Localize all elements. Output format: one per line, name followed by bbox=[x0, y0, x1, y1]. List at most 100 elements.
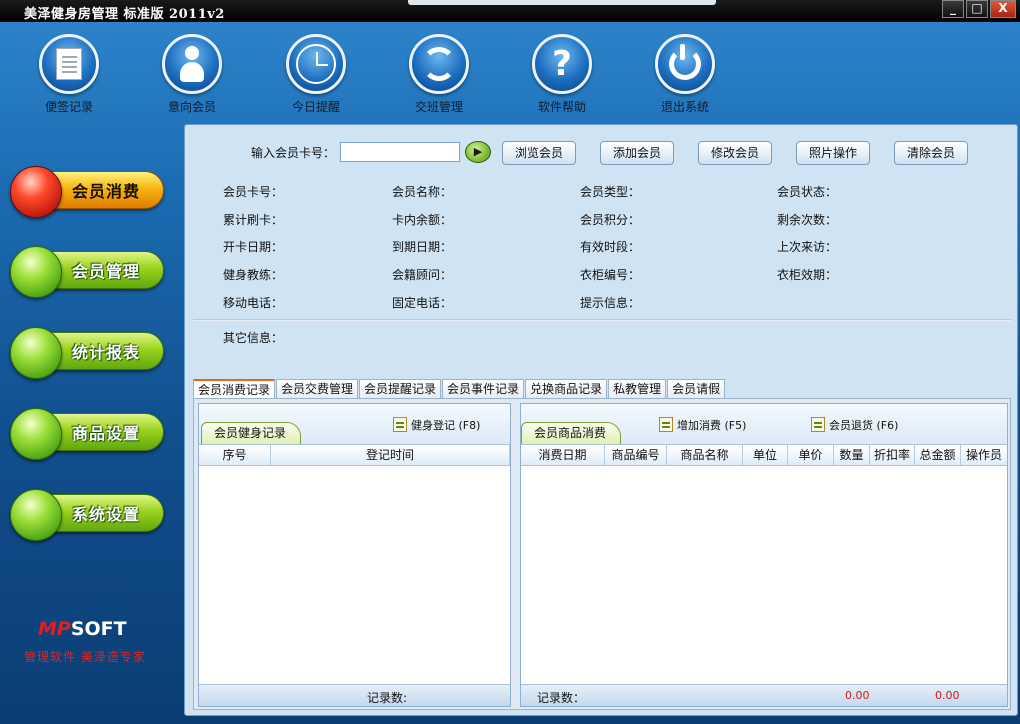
info-label: 会员类型： bbox=[580, 185, 641, 199]
total-amount-1: 0.00 bbox=[845, 689, 870, 702]
go-icon[interactable]: ▶ bbox=[465, 141, 491, 163]
info-label: 累计刷卡： bbox=[223, 213, 284, 227]
info-label: 到期日期： bbox=[392, 240, 453, 254]
title-bar: 美泽健身房管理 标准版 2011v2 _ □ X bbox=[0, 0, 1020, 22]
green-orb-icon bbox=[10, 327, 62, 379]
toolbar-prospect-button[interactable]: 意向会员 bbox=[142, 34, 242, 115]
other-info-label: 其它信息： bbox=[223, 331, 284, 345]
company-slogan: 管理软件 美泽造专家 bbox=[24, 650, 146, 664]
tab-body: 会员健身记录 健身登记 (F8) 序号 登记时间 记录数: 会员商品消费 增加消… bbox=[193, 398, 1011, 710]
info-label: 开卡日期： bbox=[223, 240, 284, 254]
tab-leave[interactable]: 会员请假 bbox=[667, 379, 726, 399]
fitness-footer: 记录数: bbox=[199, 684, 510, 706]
browse-member-button[interactable]: 浏览会员 bbox=[502, 141, 576, 165]
divider bbox=[193, 319, 1011, 321]
main-panel: 输入会员卡号： ▶ 浏览会员 添加会员 修改会员 照片操作 清除会员 会员卡号：… bbox=[184, 124, 1018, 716]
sidebar-item-label: 会员消费 bbox=[72, 182, 141, 201]
product-footer: 记录数： 0.00 0.00 bbox=[521, 684, 1007, 706]
toolbar-label: 今日提醒 bbox=[291, 100, 340, 114]
toolbar-exit-button[interactable]: 退出系统 bbox=[635, 34, 735, 115]
tab-reminders[interactable]: 会员提醒记录 bbox=[359, 379, 442, 399]
info-label: 提示信息： bbox=[580, 296, 641, 310]
info-label: 会员状态： bbox=[777, 185, 838, 199]
toolbar-label: 退出系统 bbox=[660, 100, 709, 114]
sidebar-item-label: 商品设置 bbox=[72, 424, 141, 443]
sidebar-item-consumption[interactable]: 会员消费 bbox=[10, 166, 164, 218]
sidebar-item-label: 统计报表 bbox=[72, 343, 141, 362]
green-orb-icon bbox=[10, 408, 62, 460]
help-icon: ? bbox=[532, 34, 592, 94]
product-consumption-subtab[interactable]: 会员商品消费 bbox=[521, 422, 622, 444]
note-icon bbox=[39, 34, 99, 94]
column-header[interactable]: 单价 bbox=[788, 445, 834, 465]
sidebar-item-reports[interactable]: 统计报表 bbox=[10, 327, 164, 379]
card-number-label: 输入会员卡号： bbox=[251, 146, 336, 160]
sidebar-item-products[interactable]: 商品设置 bbox=[10, 408, 164, 460]
product-grid-header: 消费日期 商品编号 商品名称 单位 单价 数量 折扣率 总金额 操作员 bbox=[521, 444, 1007, 466]
info-label: 会员积分： bbox=[580, 213, 641, 227]
column-header[interactable]: 单位 bbox=[743, 445, 788, 465]
refresh-icon bbox=[409, 34, 469, 94]
window-title: 美泽健身房管理 标准版 2011v2 bbox=[24, 7, 225, 22]
info-label: 有效时段： bbox=[580, 240, 641, 254]
toolbar-label: 意向会员 bbox=[167, 100, 216, 114]
sidebar-item-label: 会员管理 bbox=[72, 262, 141, 281]
column-header[interactable]: 消费日期 bbox=[521, 445, 605, 465]
member-return-button[interactable]: 会员退货 (F6) bbox=[811, 417, 898, 433]
return-doc-icon bbox=[811, 417, 825, 432]
info-label: 衣柜效期： bbox=[777, 268, 838, 282]
toolbar-label: 交班管理 bbox=[414, 100, 463, 114]
info-label: 会员名称： bbox=[392, 185, 453, 199]
info-label: 健身教练： bbox=[223, 268, 284, 282]
column-header[interactable]: 商品编号 bbox=[605, 445, 667, 465]
fitness-record-panel: 会员健身记录 健身登记 (F8) 序号 登记时间 记录数: bbox=[198, 403, 511, 707]
search-row: 输入会员卡号： ▶ 浏览会员 添加会员 修改会员 照片操作 清除会员 bbox=[185, 139, 1019, 165]
photo-button[interactable]: 照片操作 bbox=[796, 141, 870, 165]
info-label: 剩余次数： bbox=[777, 213, 838, 227]
sidebar-item-settings[interactable]: 系统设置 bbox=[10, 489, 164, 541]
info-label: 会员卡号： bbox=[223, 185, 284, 199]
record-count-label: 记录数： bbox=[537, 691, 586, 705]
power-icon bbox=[655, 34, 715, 94]
column-header[interactable]: 登记时间 bbox=[271, 445, 510, 465]
info-label: 会籍顾问： bbox=[392, 268, 453, 282]
product-consumption-panel: 会员商品消费 增加消费 (F5) 会员退货 (F6) 消费日期 商品编号 商品名… bbox=[520, 403, 1008, 707]
column-header[interactable]: 操作员 bbox=[961, 445, 1007, 465]
maximize-button[interactable]: □ bbox=[966, 0, 988, 18]
record-tabs: 会员消费记录 会员交费管理 会员提醒记录 会员事件记录 兑换商品记录 私教管理 … bbox=[193, 379, 726, 399]
fitness-record-subtab[interactable]: 会员健身记录 bbox=[201, 422, 302, 444]
info-label: 固定电话： bbox=[392, 296, 453, 310]
edit-member-button[interactable]: 修改会员 bbox=[698, 141, 772, 165]
minimize-button[interactable]: _ bbox=[942, 0, 964, 18]
toolbar-label: 软件帮助 bbox=[537, 100, 586, 114]
tab-events[interactable]: 会员事件记录 bbox=[442, 379, 525, 399]
toolbar-shift-button[interactable]: 交班管理 bbox=[389, 34, 489, 115]
add-member-button[interactable]: 添加会员 bbox=[600, 141, 674, 165]
tab-consumption-records[interactable]: 会员消费记录 bbox=[193, 379, 276, 399]
card-number-input[interactable] bbox=[340, 142, 460, 162]
toolbar-help-button[interactable]: ? 软件帮助 bbox=[512, 34, 612, 115]
clear-member-button[interactable]: 清除会员 bbox=[894, 141, 968, 165]
company-logo: MPSOFT bbox=[38, 618, 127, 640]
close-button[interactable]: X bbox=[990, 0, 1016, 18]
toolbar-reminder-button[interactable]: 今日提醒 bbox=[266, 34, 366, 115]
toolbar-label: 便签记录 bbox=[44, 100, 93, 114]
toolbar-note-button[interactable]: 便签记录 bbox=[19, 34, 119, 115]
tab-payment[interactable]: 会员交费管理 bbox=[276, 379, 359, 399]
green-orb-icon bbox=[10, 246, 62, 298]
sidebar-item-members[interactable]: 会员管理 bbox=[10, 246, 164, 298]
column-header[interactable]: 序号 bbox=[199, 445, 271, 465]
add-doc-icon bbox=[659, 417, 673, 432]
fitness-checkin-button[interactable]: 健身登记 (F8) bbox=[393, 417, 480, 433]
tab-redeem[interactable]: 兑换商品记录 bbox=[525, 379, 608, 399]
tab-private-coach[interactable]: 私教管理 bbox=[608, 379, 667, 399]
info-label: 上次来访： bbox=[777, 240, 838, 254]
toolbar: 便签记录 意向会员 今日提醒 交班管理 ? 软件帮助 退出系统 bbox=[0, 30, 1020, 120]
red-orb-icon bbox=[10, 166, 62, 218]
column-header[interactable]: 商品名称 bbox=[667, 445, 743, 465]
column-header[interactable]: 折扣率 bbox=[870, 445, 915, 465]
column-header[interactable]: 数量 bbox=[834, 445, 870, 465]
add-consumption-button[interactable]: 增加消费 (F5) bbox=[659, 417, 746, 433]
person-icon bbox=[162, 34, 222, 94]
column-header[interactable]: 总金额 bbox=[915, 445, 961, 465]
